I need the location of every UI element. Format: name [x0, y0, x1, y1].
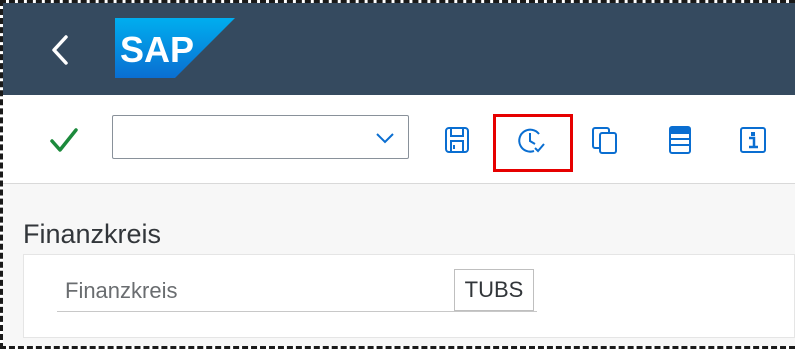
sap-logo: SAP	[115, 18, 235, 83]
layout-button[interactable]	[663, 122, 697, 158]
command-field[interactable]	[112, 115, 409, 159]
field-group: Finanzkreis TUBS	[23, 254, 795, 338]
save-button[interactable]	[440, 122, 474, 158]
finanzkreis-label: Finanzkreis	[65, 278, 178, 303]
save-icon	[445, 127, 469, 153]
chevron-left-icon	[52, 35, 68, 65]
check-icon	[50, 128, 78, 152]
logo-text: SAP	[120, 29, 194, 70]
enter-button[interactable]	[47, 123, 81, 157]
application-toolbar	[3, 95, 795, 184]
chevron-down-icon[interactable]	[374, 127, 396, 149]
info-icon	[740, 127, 766, 153]
info-button[interactable]	[736, 122, 770, 158]
layout-icon	[669, 126, 691, 154]
main-content: Finanzkreis Finanzkreis TUBS	[3, 184, 795, 346]
field-underline	[57, 311, 537, 312]
schedule-highlight-box	[493, 114, 573, 172]
section-title: Finanzkreis	[23, 219, 162, 249]
finanzkreis-field[interactable]: TUBS	[454, 269, 534, 311]
copy-button[interactable]	[588, 122, 622, 158]
back-button[interactable]	[41, 30, 81, 70]
shell-bar: SAP	[3, 3, 795, 95]
copy-icon	[592, 127, 617, 154]
